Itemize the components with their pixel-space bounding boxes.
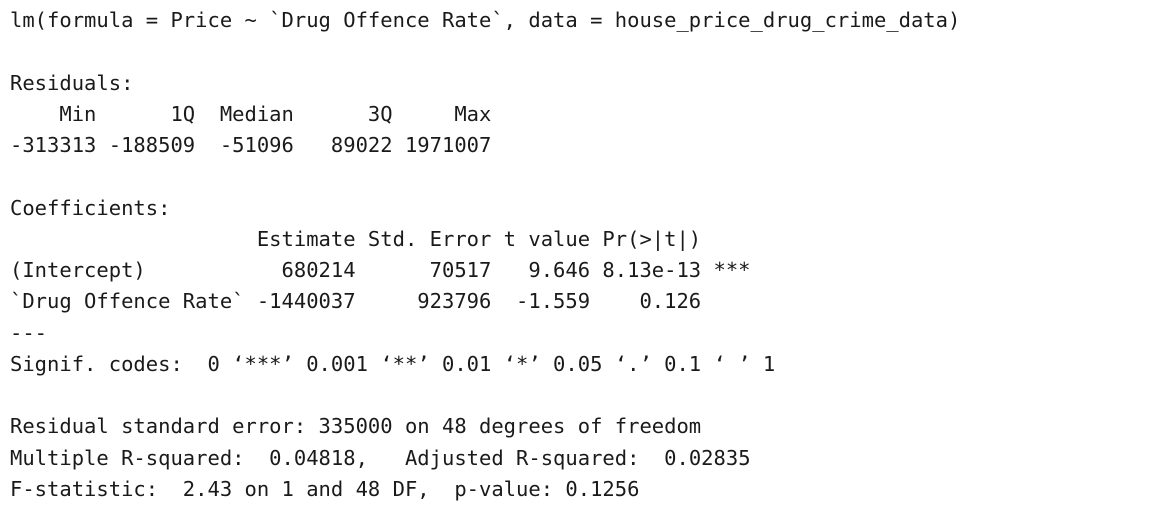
residual-standard-error-line: Residual standard error: 335000 on 48 de… xyxy=(10,414,702,439)
separator-line: --- xyxy=(10,320,48,345)
residuals-values: -313313 -188509 -51096 89022 1971007 xyxy=(10,133,504,157)
coefficients-title: Coefficients: xyxy=(10,195,171,220)
residuals-title: Residuals: xyxy=(10,70,134,95)
r-squared-line: Multiple R-squared: 0.04818, Adjusted R-… xyxy=(10,445,763,470)
coefficients-header: Estimate Std. Error t value Pr(>|t|) xyxy=(10,226,751,251)
lm-call-line: lm(formula = Price ~ `Drug Offence Rate`… xyxy=(10,8,961,32)
residuals-header: Min 1Q Median 3Q Max xyxy=(10,101,504,126)
r-console-output: lm(formula = Price ~ `Drug Offence Rate`… xyxy=(10,5,960,505)
signif-codes-line: Signif. codes: 0 ‘***’ 0.001 ‘**’ 0.01 ‘… xyxy=(10,351,776,376)
f-statistic-line: F-statistic: 2.43 on 1 and 48 DF, p-valu… xyxy=(10,476,640,501)
coefficient-row-intercept: (Intercept) 680214 70517 9.646 8.13e-13 … xyxy=(10,258,751,282)
coefficient-row-drug-offence-rate: `Drug Offence Rate` -1440037 923796 -1.5… xyxy=(10,289,751,314)
